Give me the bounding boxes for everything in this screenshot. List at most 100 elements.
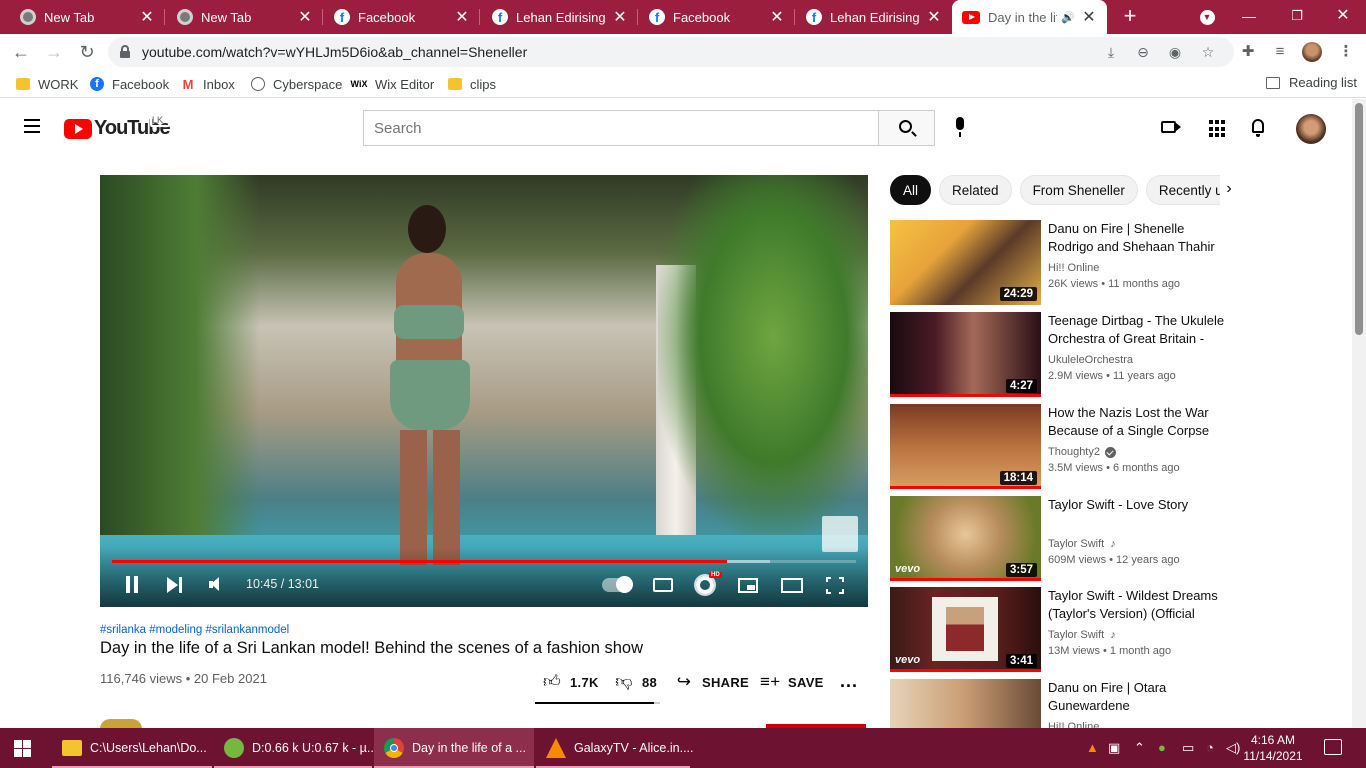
search-input[interactable] bbox=[364, 111, 879, 145]
forward-arrow-icon[interactable]: → bbox=[42, 40, 66, 64]
related-video-title[interactable]: How the Nazis Lost the War Because of a … bbox=[1048, 404, 1230, 440]
install-app-icon[interactable]: ⤓ bbox=[1101, 42, 1121, 62]
notifications-bell-icon[interactable] bbox=[1249, 117, 1273, 141]
search-button[interactable] bbox=[878, 110, 935, 146]
video-thumbnail[interactable]: 4:27 bbox=[890, 312, 1041, 397]
lock-icon[interactable] bbox=[120, 45, 130, 58]
video-player[interactable]: 10:45 / 13:01 HD bbox=[100, 175, 868, 607]
related-video-title[interactable]: Teenage Dirtbag - The Ukulele Orchestra … bbox=[1048, 312, 1230, 348]
more-actions-icon[interactable]: ... bbox=[840, 671, 858, 692]
save-button[interactable]: ≡+ SAVE bbox=[760, 671, 824, 693]
restore-icon[interactable]: ❐ bbox=[1274, 0, 1320, 34]
window-close-icon[interactable]: ✕ bbox=[1320, 0, 1366, 34]
next-video-icon[interactable] bbox=[167, 576, 183, 594]
related-video-channel[interactable]: Taylor Swift ♪ bbox=[1048, 629, 1116, 641]
bookmark-cyberspace[interactable]: Cyberspace bbox=[251, 75, 342, 93]
progress-bar[interactable] bbox=[112, 560, 856, 563]
tray-utorrent-icon[interactable]: ● bbox=[1158, 740, 1166, 755]
chevron-right-icon[interactable]: › bbox=[1222, 180, 1236, 198]
fullscreen-icon[interactable] bbox=[826, 577, 844, 594]
close-icon[interactable]: ✕ bbox=[926, 7, 942, 27]
extensions-icon[interactable]: ✚ bbox=[1238, 42, 1258, 62]
bookmark-facebook[interactable]: f Facebook bbox=[90, 75, 169, 93]
reload-icon[interactable]: ↻ bbox=[75, 40, 99, 64]
close-icon[interactable]: ✕ bbox=[297, 7, 313, 27]
menu-kebab-icon[interactable]: ⋮ bbox=[1336, 42, 1356, 62]
video-thumbnail[interactable]: 18:14 bbox=[890, 404, 1041, 489]
related-video-channel[interactable]: Hi!! Online bbox=[1048, 262, 1099, 274]
dislike-button[interactable]: 👎︎ 88 bbox=[614, 671, 657, 693]
related-video-item[interactable]: 4:27 Teenage Dirtbag - The Ukulele Orches… bbox=[890, 312, 1230, 398]
related-video-item[interactable]: 24:29 Danu on Fire | Shenelle Rodrigo and… bbox=[890, 220, 1230, 306]
video-thumbnail[interactable]: vevo 3:41 bbox=[890, 587, 1041, 672]
speaker-icon[interactable]: ◁) bbox=[1226, 740, 1240, 756]
scrollbar-thumb[interactable] bbox=[1355, 103, 1363, 335]
tray-overflow-icon[interactable]: ⌃ bbox=[1134, 740, 1145, 756]
bookmark-clips[interactable]: clips bbox=[448, 75, 496, 93]
video-thumbnail[interactable]: vevo 3:57 bbox=[890, 496, 1041, 581]
tab-new-tab-2[interactable]: New Tab ✕ bbox=[157, 0, 323, 34]
tab-new-tab-1[interactable]: New Tab ✕ bbox=[0, 0, 165, 34]
youtube-logo[interactable]: YouTube LK bbox=[64, 113, 171, 140]
audio-playing-icon[interactable]: 🔊 bbox=[1061, 11, 1075, 24]
video-thumbnail[interactable]: 24:29 bbox=[890, 220, 1041, 305]
page-scrollbar[interactable] bbox=[1352, 99, 1366, 728]
close-icon[interactable]: ✕ bbox=[769, 7, 785, 27]
video-hashtags[interactable]: #srilanka #modeling #srilankanmodel bbox=[100, 624, 289, 636]
theater-mode-icon[interactable] bbox=[781, 578, 803, 593]
related-video-channel[interactable]: UkuleleOrchestra bbox=[1048, 354, 1133, 366]
create-video-icon[interactable] bbox=[1159, 117, 1183, 141]
bookmark-inbox[interactable]: M Inbox bbox=[181, 75, 235, 93]
settings-gear-icon[interactable] bbox=[696, 576, 714, 594]
taskbar-utorrent[interactable]: D:0.66 k U:0.67 k - µ... bbox=[214, 728, 377, 768]
new-tab-button[interactable]: + bbox=[1118, 4, 1142, 28]
bookmark-work[interactable]: WORK bbox=[16, 75, 78, 93]
system-clock[interactable]: 4:16 AM 11/14/2021 bbox=[1240, 732, 1306, 764]
related-video-title[interactable]: Danu on Fire | Shenelle Rodrigo and Sheh… bbox=[1048, 220, 1230, 256]
close-icon[interactable]: ✕ bbox=[139, 7, 155, 27]
notifications-icon[interactable] bbox=[1324, 739, 1342, 755]
windows-start-icon[interactable] bbox=[14, 740, 31, 757]
taskbar-file-explorer[interactable]: C:\Users\Lehan\Do... bbox=[52, 728, 212, 768]
minimize-icon[interactable]: — bbox=[1226, 0, 1272, 34]
chip-all[interactable]: All bbox=[890, 175, 932, 205]
related-video-item[interactable]: vevo 3:57 Taylor Swift - Love Story Taylor … bbox=[890, 496, 1230, 582]
volume-icon[interactable] bbox=[209, 576, 225, 594]
taskbar-vlc[interactable]: GalaxyTV - Alice.in.... bbox=[536, 728, 693, 768]
account-avatar[interactable] bbox=[1296, 114, 1326, 144]
battery-icon[interactable]: ▭ bbox=[1182, 740, 1194, 756]
bookmark-wix-editor[interactable]: WiX Wix Editor bbox=[351, 75, 435, 93]
close-icon[interactable]: ✕ bbox=[454, 7, 470, 27]
subtitles-icon[interactable] bbox=[653, 578, 673, 592]
apps-grid-icon[interactable] bbox=[1207, 117, 1231, 141]
back-arrow-icon[interactable]: ← bbox=[9, 40, 33, 64]
tab-search-icon[interactable]: ▼ bbox=[1184, 0, 1230, 34]
tab-youtube-active[interactable]: Day in the life of a Sri Lankan model! 🔊… bbox=[952, 0, 1107, 34]
tab-lehan-1[interactable]: Lehan Edirisinghe ✕ bbox=[472, 0, 638, 34]
taskbar-chrome[interactable]: Day in the life of a ... bbox=[374, 728, 534, 768]
related-video-item[interactable]: vevo 3:41 Taylor Swift - Wildest Dreams (T… bbox=[890, 587, 1230, 673]
profile-avatar[interactable] bbox=[1302, 42, 1322, 62]
like-button[interactable]: 👍︎ 1.7K bbox=[542, 671, 599, 693]
wifi-icon[interactable]: ◔ bbox=[1206, 740, 1214, 755]
chip-recently-uploaded[interactable]: Recently uploaded bbox=[1145, 175, 1220, 205]
reading-list-button[interactable]: Reading list bbox=[1266, 75, 1357, 90]
close-icon[interactable]: ✕ bbox=[1081, 7, 1097, 27]
microphone-icon[interactable] bbox=[950, 117, 970, 139]
tray-vlc-icon[interactable]: ▲ bbox=[1086, 740, 1099, 755]
chip-from-sheneller[interactable]: From Sheneller bbox=[1019, 175, 1138, 205]
related-video-channel[interactable]: Thoughty2 bbox=[1048, 446, 1116, 458]
autoplay-toggle[interactable] bbox=[602, 576, 633, 593]
zoom-icon[interactable]: ⊖ bbox=[1133, 42, 1153, 62]
related-video-title[interactable]: Taylor Swift - Love Story bbox=[1048, 496, 1230, 514]
related-video-channel[interactable]: Taylor Swift ♪ bbox=[1048, 538, 1116, 550]
chip-related[interactable]: Related bbox=[939, 175, 1012, 205]
media-controls-icon[interactable]: ≡ bbox=[1270, 42, 1290, 62]
tab-facebook-2[interactable]: Facebook ✕ bbox=[629, 0, 795, 34]
url-text[interactable]: youtube.com/watch?v=wYHLJm5D6io&ab_chann… bbox=[142, 44, 527, 60]
hamburger-menu-icon[interactable] bbox=[24, 119, 40, 133]
miniplayer-icon[interactable] bbox=[738, 578, 758, 593]
tracking-blocked-icon[interactable]: ◉ bbox=[1165, 42, 1185, 62]
close-icon[interactable]: ✕ bbox=[612, 7, 628, 27]
related-video-title[interactable]: Taylor Swift - Wildest Dreams (Taylor's … bbox=[1048, 587, 1230, 623]
